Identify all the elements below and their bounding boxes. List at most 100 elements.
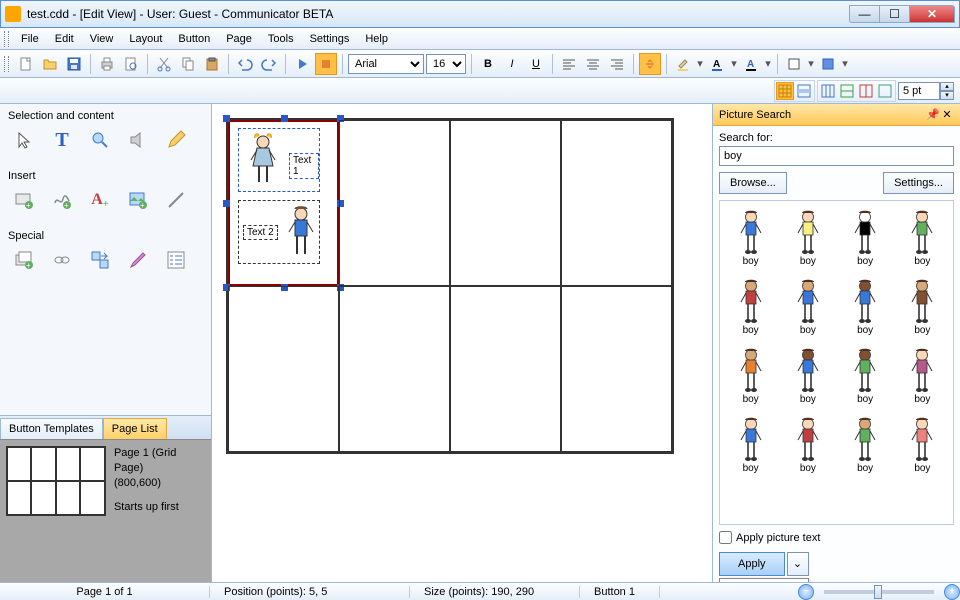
align-center-icon[interactable] [582, 53, 604, 75]
grid-spacing-spinner[interactable]: ▴▾ [898, 82, 954, 100]
insert-button-icon[interactable]: + [8, 186, 40, 214]
border-color-icon[interactable] [783, 53, 805, 75]
menu-layout[interactable]: Layout [121, 30, 170, 48]
underline-icon[interactable]: U [525, 53, 547, 75]
grid-style3-icon[interactable] [857, 82, 875, 100]
result-item[interactable]: boy [781, 274, 834, 339]
toolbar-grip[interactable] [4, 31, 9, 47]
special-link-icon[interactable] [46, 246, 78, 274]
apply-picture-text-checkbox[interactable]: Apply picture text [719, 531, 954, 544]
bold-icon[interactable]: B [477, 53, 499, 75]
stop-icon[interactable] [315, 53, 337, 75]
align-left-icon[interactable] [558, 53, 580, 75]
cell-text-2[interactable]: Text 2 [243, 225, 278, 240]
grid-cell-5[interactable] [228, 286, 339, 452]
search-input[interactable] [719, 146, 954, 166]
special-action-icon[interactable] [84, 246, 116, 274]
cell-text-1[interactable]: Text 1 [289, 153, 319, 179]
maximize-button[interactable]: ☐ [879, 5, 909, 23]
minimize-button[interactable]: — [849, 5, 879, 23]
dropdown-arrow-icon[interactable]: ▾ [730, 57, 738, 70]
dropdown-arrow-icon[interactable]: ▾ [764, 57, 772, 70]
result-item[interactable]: boy [724, 274, 777, 339]
result-item[interactable]: boy [896, 412, 949, 477]
zoom-out-button[interactable]: − [798, 584, 814, 600]
result-item[interactable]: boy [839, 205, 892, 270]
valign-middle-icon[interactable] [639, 53, 661, 75]
grid-style1-icon[interactable] [819, 82, 837, 100]
toolbar-grip[interactable] [4, 56, 9, 72]
grid-cell-1[interactable]: Text 1 Text 2 [228, 120, 339, 286]
result-item[interactable]: boy [839, 343, 892, 408]
grid-all-icon[interactable] [776, 82, 794, 100]
result-item[interactable]: boy [839, 274, 892, 339]
spinner-down-icon[interactable]: ▾ [940, 91, 954, 100]
result-item[interactable]: boy [781, 412, 834, 477]
result-item[interactable]: boy [781, 205, 834, 270]
result-item[interactable]: boy [839, 412, 892, 477]
redo-icon[interactable] [258, 53, 280, 75]
insert-text-icon[interactable]: A+ [84, 186, 116, 214]
play-icon[interactable] [291, 53, 313, 75]
align-right-icon[interactable] [606, 53, 628, 75]
grid-cell-4[interactable] [561, 120, 672, 286]
font-family-select[interactable]: Arial [348, 54, 424, 74]
text-color-icon[interactable]: A [740, 53, 762, 75]
menu-button[interactable]: Button [170, 30, 218, 48]
dropdown-arrow-icon[interactable]: ▾ [807, 57, 815, 70]
insert-line-icon[interactable] [160, 186, 192, 214]
print-icon[interactable] [96, 53, 118, 75]
paste-icon[interactable] [201, 53, 223, 75]
settings-button[interactable]: Settings... [883, 172, 954, 194]
menu-settings[interactable]: Settings [302, 30, 358, 48]
result-item[interactable]: boy [724, 412, 777, 477]
open-file-icon[interactable] [39, 53, 61, 75]
pointer-tool-icon[interactable] [8, 126, 40, 154]
result-item[interactable]: boy [896, 343, 949, 408]
sound-tool-icon[interactable] [122, 126, 154, 154]
cut-icon[interactable] [153, 53, 175, 75]
menu-view[interactable]: View [82, 30, 122, 48]
browse-button[interactable]: Browse... [719, 172, 787, 194]
result-item[interactable]: boy [896, 274, 949, 339]
spinner-up-icon[interactable]: ▴ [940, 82, 954, 91]
color-picker-icon[interactable] [122, 246, 154, 274]
result-item[interactable]: boy [724, 343, 777, 408]
menu-help[interactable]: Help [357, 30, 396, 48]
apply-button[interactable]: Apply [719, 552, 785, 576]
grid-cell-7[interactable] [450, 286, 561, 452]
grid-style4-icon[interactable] [876, 82, 894, 100]
font-size-select[interactable]: 16 [426, 54, 466, 74]
save-icon[interactable] [63, 53, 85, 75]
pin-icon[interactable]: 📌 [926, 108, 940, 121]
new-file-icon[interactable] [15, 53, 37, 75]
zoom-slider[interactable] [824, 590, 934, 594]
grid-cell-2[interactable] [339, 120, 450, 286]
close-button[interactable]: ✕ [909, 5, 955, 23]
insert-image-icon[interactable]: + [122, 186, 154, 214]
result-item[interactable]: boy [896, 205, 949, 270]
fill-color-icon[interactable] [817, 53, 839, 75]
dropdown-arrow-icon[interactable]: ▾ [841, 57, 849, 70]
results-list[interactable]: boy boy boy boy boy boy [719, 200, 954, 525]
pencil-tool-icon[interactable] [160, 126, 192, 154]
result-item[interactable]: boy [724, 205, 777, 270]
special-layer-icon[interactable]: + [8, 246, 40, 274]
tab-button-templates[interactable]: Button Templates [0, 418, 103, 439]
zoom-tool-icon[interactable] [84, 126, 116, 154]
print-preview-icon[interactable] [120, 53, 142, 75]
dropdown-arrow-icon[interactable]: ▾ [696, 57, 704, 70]
result-item[interactable]: boy [781, 343, 834, 408]
canvas-area[interactable]: Text 1 Text 2 [212, 104, 712, 582]
menu-file[interactable]: File [13, 30, 47, 48]
italic-icon[interactable]: I [501, 53, 523, 75]
tab-page-list[interactable]: Page List [103, 418, 167, 439]
close-panel-icon[interactable]: ✕ [940, 108, 954, 121]
apply-dropdown-button[interactable]: ⌄ [787, 552, 809, 576]
zoom-in-button[interactable]: + [944, 584, 960, 600]
special-list-icon[interactable] [160, 246, 192, 274]
menu-edit[interactable]: Edit [47, 30, 82, 48]
menu-page[interactable]: Page [218, 30, 260, 48]
page-thumbnail[interactable] [6, 446, 106, 516]
grid-row-icon[interactable] [795, 82, 813, 100]
